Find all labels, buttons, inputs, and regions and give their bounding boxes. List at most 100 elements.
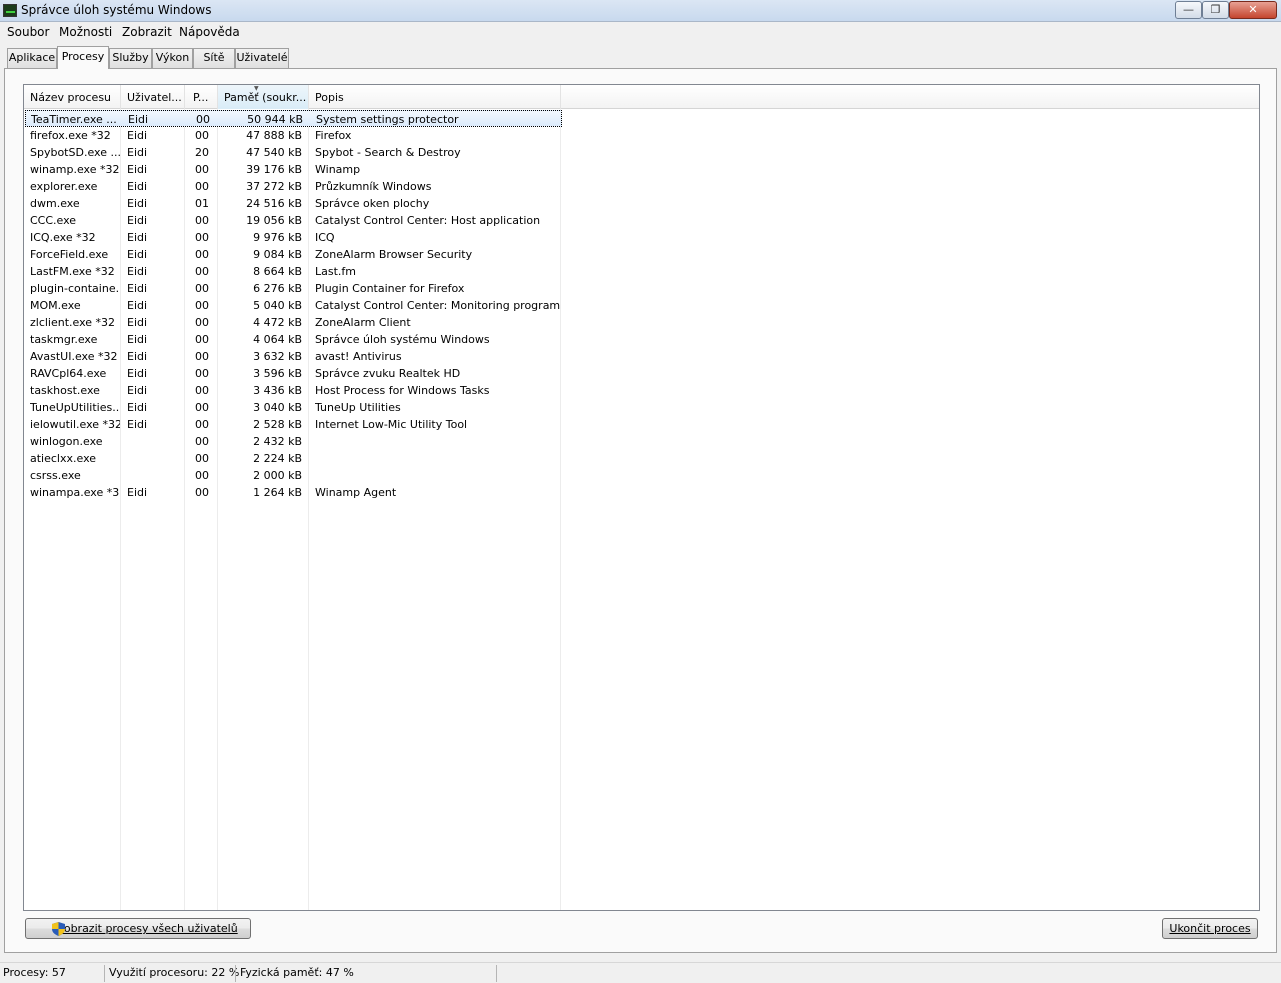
process-cpu: 00 — [195, 282, 209, 295]
column-header-cpu[interactable]: P... — [185, 85, 218, 109]
process-row[interactable]: MOM.exe Eidi 00 5 040 kB Catalyst Control Ce… — [25, 297, 562, 314]
status-physical-memory: Fyzická paměť: 47 % — [240, 966, 354, 979]
end-process-button[interactable]: Ukončit proces — [1162, 918, 1258, 939]
process-name: AvastUI.exe *32 — [30, 350, 118, 363]
process-row[interactable]: TeaTimer.exe ... Eidi 00 50 944 kB System se… — [25, 110, 562, 127]
process-memory: 2 000 kB — [253, 469, 302, 482]
process-description: Winamp — [315, 163, 361, 176]
process-row[interactable]: TuneUpUtilities... Eidi 00 3 040 kB TuneUp U… — [25, 399, 562, 416]
process-user: Eidi — [128, 113, 149, 126]
process-row[interactable]: csrss.exe 00 2 000 kB — [25, 467, 562, 484]
process-memory: 6 276 kB — [253, 282, 302, 295]
process-memory: 24 516 kB — [246, 197, 302, 210]
process-row[interactable]: zlclient.exe *32 Eidi 00 4 472 kB ZoneAlarm … — [25, 314, 562, 331]
status-bar: Procesy: 57 Využití procesoru: 22 % Fyzi… — [0, 962, 1281, 983]
column-header-user[interactable]: Uživatel... — [121, 85, 185, 109]
minimize-button[interactable]: — — [1175, 1, 1202, 19]
process-memory: 3 596 kB — [253, 367, 302, 380]
process-row[interactable]: taskhost.exe Eidi 00 3 436 kB Host Process f… — [25, 382, 562, 399]
process-row[interactable]: ICQ.exe *32 Eidi 00 9 976 kB ICQ — [25, 229, 562, 246]
process-cpu: 00 — [195, 367, 209, 380]
tab-uzivatele[interactable]: Uživatelé — [235, 48, 289, 68]
process-cpu: 00 — [195, 214, 209, 227]
column-header-name[interactable]: Název procesu — [24, 85, 121, 109]
process-cpu: 00 — [195, 180, 209, 193]
process-user: Eidi — [127, 316, 148, 329]
process-name: TuneUpUtilities... — [30, 401, 120, 414]
tab-site[interactable]: Sítě — [193, 48, 235, 68]
process-memory: 8 664 kB — [253, 265, 302, 278]
process-cpu: 00 — [195, 435, 209, 448]
process-row[interactable]: atieclxx.exe 00 2 224 kB — [25, 450, 562, 467]
process-row[interactable]: SpybotSD.exe ... Eidi 20 47 540 kB Spybot - … — [25, 144, 562, 161]
process-cpu: 00 — [195, 350, 209, 363]
process-row[interactable]: AvastUI.exe *32 Eidi 00 3 632 kB avast! Anti… — [25, 348, 562, 365]
process-name: dwm.exe — [30, 197, 80, 210]
process-user — [127, 468, 185, 483]
show-all-users-processes-button[interactable]: Zobrazit procesy všech uživatelů — [25, 918, 251, 939]
column-header-memory[interactable]: ▼ Paměť (soukr... — [218, 85, 309, 109]
status-process-count: Procesy: 57 — [3, 966, 66, 979]
process-row[interactable]: explorer.exe Eidi 00 37 272 kB Průzkumník Wi… — [25, 178, 562, 195]
process-row[interactable]: ForceField.exe Eidi 00 9 084 kB ZoneAlarm Br… — [25, 246, 562, 263]
process-cpu: 00 — [195, 231, 209, 244]
process-memory: 4 472 kB — [253, 316, 302, 329]
process-row[interactable]: taskmgr.exe Eidi 00 4 064 kB Správce úloh sy… — [25, 331, 562, 348]
process-row[interactable]: winampa.exe *32 Eidi 00 1 264 kB Winamp Agen… — [25, 484, 562, 501]
process-row[interactable]: firefox.exe *32 Eidi 00 47 888 kB Firefox — [25, 127, 562, 144]
process-name: winampa.exe *32 — [30, 486, 120, 499]
close-button[interactable]: ✕ — [1229, 1, 1277, 19]
tab-aplikace[interactable]: Aplikace — [7, 48, 57, 68]
process-name: ICQ.exe *32 — [30, 231, 96, 244]
process-description: Winamp Agent — [315, 486, 397, 499]
process-row[interactable]: winlogon.exe 00 2 432 kB — [25, 433, 562, 450]
process-user: Eidi — [127, 418, 148, 431]
process-row[interactable]: ielowutil.exe *32 Eidi 00 2 528 kB Internet … — [25, 416, 562, 433]
process-user: Eidi — [127, 248, 148, 261]
process-name: CCC.exe — [30, 214, 77, 227]
process-name: RAVCpl64.exe — [30, 367, 107, 380]
process-cpu: 00 — [195, 163, 209, 176]
status-separator — [496, 965, 497, 982]
column-header-description[interactable]: Popis — [309, 85, 561, 109]
process-description: Průzkumník Windows — [315, 180, 432, 193]
menu-soubor[interactable]: Soubor — [7, 25, 49, 39]
process-row[interactable]: plugin-containe... Eidi 00 6 276 kB Plugin C… — [25, 280, 562, 297]
process-cpu: 01 — [195, 197, 209, 210]
menu-bar: Soubor Možnosti Zobrazit Nápověda — [0, 22, 1281, 42]
process-user: Eidi — [127, 197, 148, 210]
tab-vykon[interactable]: Výkon — [152, 48, 193, 68]
process-name: csrss.exe — [30, 469, 81, 482]
process-row[interactable]: dwm.exe Eidi 01 24 516 kB Správce oken ploch… — [25, 195, 562, 212]
process-user: Eidi — [127, 486, 148, 499]
process-memory: 2 224 kB — [253, 452, 302, 465]
window-title: Správce úloh systému Windows — [21, 3, 212, 17]
process-description: Last.fm — [315, 265, 356, 278]
process-description — [315, 468, 560, 483]
menu-zobrazit[interactable]: Zobrazit — [122, 25, 172, 39]
process-description: Catalyst Control Center: Host applicatio… — [315, 214, 541, 227]
process-row[interactable]: CCC.exe Eidi 00 19 056 kB Catalyst Control C… — [25, 212, 562, 229]
process-name: zlclient.exe *32 — [30, 316, 116, 329]
process-row[interactable]: LastFM.exe *32 Eidi 00 8 664 kB Last.fm — [25, 263, 562, 280]
process-memory: 50 944 kB — [247, 113, 303, 126]
process-description: ICQ — [315, 231, 335, 244]
process-list[interactable]: Název procesu Uživatel... P... ▼ Paměť (… — [23, 84, 1260, 911]
process-description: System settings protector — [316, 113, 459, 126]
tab-sluzby[interactable]: Služby — [109, 48, 152, 68]
maximize-button[interactable]: ❐ — [1202, 1, 1229, 19]
status-separator — [235, 965, 236, 982]
tab-procesy[interactable]: Procesy — [57, 46, 109, 69]
process-user: Eidi — [127, 163, 148, 176]
process-name: explorer.exe — [30, 180, 98, 193]
menu-napoveda[interactable]: Nápověda — [179, 25, 240, 39]
process-row[interactable]: winamp.exe *32 Eidi 00 39 176 kB Winamp — [25, 161, 562, 178]
process-description: Internet Low-Mic Utility Tool — [315, 418, 468, 431]
process-name: LastFM.exe *32 — [30, 265, 115, 278]
process-cpu: 00 — [195, 299, 209, 312]
process-user: Eidi — [127, 350, 148, 363]
process-row[interactable]: RAVCpl64.exe Eidi 00 3 596 kB Správce zvuku … — [25, 365, 562, 382]
process-user — [127, 451, 185, 466]
menu-moznosti[interactable]: Možnosti — [59, 25, 112, 39]
show-all-users-processes-label: Zobrazit procesy všech uživatelů — [56, 922, 238, 935]
